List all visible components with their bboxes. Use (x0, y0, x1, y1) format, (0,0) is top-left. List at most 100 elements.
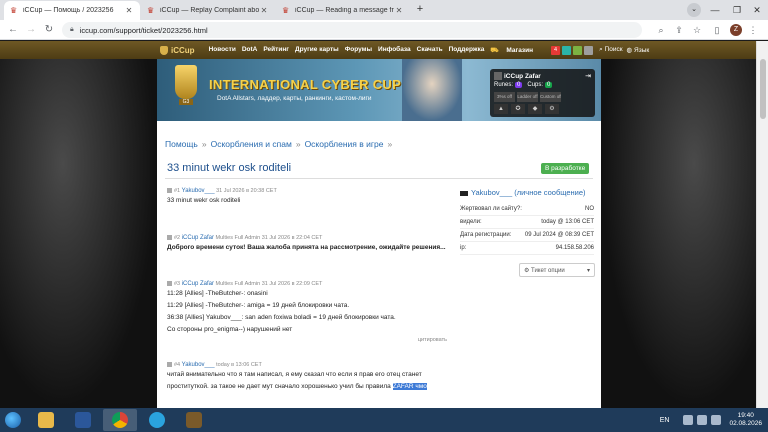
site-search-link[interactable]: ⌕ Поиск (599, 46, 622, 54)
friends-icon[interactable] (573, 45, 583, 55)
nav-support[interactable]: Поддержка (449, 46, 485, 55)
flag-icon (460, 190, 468, 196)
telegram-icon (149, 412, 165, 428)
reload-icon[interactable]: ↻ (42, 23, 56, 37)
author-link[interactable]: Yakubov___ (личное сообщение) (460, 188, 594, 197)
nav-right-tools: 4 ⌕ Поиск ◍ Язык (551, 45, 650, 55)
nav-news[interactable]: Новости (209, 46, 236, 55)
taskbar-telegram[interactable] (140, 409, 174, 431)
word-icon (75, 412, 91, 428)
profile-avatar[interactable]: Z (730, 24, 742, 36)
nav-forums[interactable]: Форумы (345, 46, 372, 55)
nav-other-maps[interactable]: Другие карты (295, 46, 339, 55)
forward-arrow-icon[interactable]: → (24, 23, 38, 37)
messages-icon[interactable] (562, 45, 572, 55)
volume-icon[interactable] (711, 415, 722, 425)
nav-rating[interactable]: Рейтинг (263, 46, 289, 55)
browser-tab-strip: ♛ iCCup — Помощь / 2023256 ✕ ♛ iCCup — R… (0, 0, 768, 20)
tab-reading-message[interactable]: ♛ iCCup — Reading a message fro ✕ (276, 1, 410, 20)
quote-link[interactable]: цитировать (167, 337, 447, 343)
network-icon[interactable] (697, 415, 708, 425)
tab-replay-complaint[interactable]: ♛ iCCup — Replay Complaint abou ✕ (141, 1, 275, 20)
divider (165, 178, 593, 179)
shop-cart-icon: ⛟ (490, 46, 501, 54)
nav-download[interactable]: Скачать (417, 46, 443, 55)
post-date: 31 Jul 2026 в 20:38 CET (216, 188, 277, 194)
taskbar-word[interactable] (66, 409, 100, 431)
site-logo[interactable]: iCCup (160, 45, 195, 55)
iccup-favicon-icon: ♛ (10, 6, 18, 15)
tab-close-icon[interactable]: ✕ (124, 6, 134, 15)
ticket-options-dropdown[interactable]: ⚙ Тикет опции ▾ (519, 263, 595, 277)
language-indicator[interactable]: EN (660, 417, 670, 424)
tray-arrow-icon[interactable] (683, 415, 694, 425)
post-author[interactable]: Yakubov___ (182, 362, 215, 368)
info-row: Жертвовал ли сайту?: NO (460, 203, 594, 216)
notification-count-badge[interactable]: 4 (551, 45, 561, 55)
post-author[interactable]: iCCup Zafar (182, 235, 214, 241)
breadcrumb: Помощь» Оскорбления и спам» Оскорбления в … (165, 139, 393, 149)
avatar (167, 188, 172, 194)
back-arrow-icon[interactable]: ← (6, 23, 20, 37)
breadcrumb-in-game-insults[interactable]: Оскорбления в игре (305, 139, 384, 149)
avatar (167, 281, 172, 287)
side-panel-icon[interactable]: ▯ (710, 23, 724, 37)
tab-search-chevron-icon[interactable]: ⌄ (687, 3, 701, 17)
scrollbar-thumb[interactable] (760, 59, 766, 119)
site-menu: Новости DotA Рейтинг Другие карты Форумы… (209, 46, 546, 55)
runes-count: 0 (515, 82, 523, 88)
breadcrumb-help[interactable]: Помощь (165, 139, 198, 149)
banner-title: INTERNATIONAL CYBER CUP (209, 77, 402, 92)
tab-close-icon[interactable]: ✕ (394, 6, 404, 15)
bookmark-star-icon[interactable]: ☆ (690, 23, 704, 37)
clock[interactable]: 19:40 02.08.2026 (729, 412, 762, 428)
profile-icon[interactable] (584, 45, 594, 55)
info-row: Дата регистрации: 09 Jul 2024 @ 08:39 CET (460, 229, 594, 242)
post-author[interactable]: iCCup Zafar (182, 281, 214, 287)
browser-toolbar: ← → ↻ 🔒︎ iccup.com/support/ticket/202325… (0, 20, 768, 40)
taskbar-game[interactable] (177, 409, 211, 431)
nav-infobase[interactable]: Инфобаза (378, 46, 411, 55)
rank-icon[interactable]: ▲ (494, 104, 508, 114)
post-meta: #2 iCCup Zafar Multies Full Admin 31 Jul… (167, 235, 447, 241)
page-scrollbar[interactable] (756, 41, 768, 408)
info-row: ip: 94.158.58.206 (460, 242, 594, 255)
tab-support-ticket[interactable]: ♛ iCCup — Помощь / 2023256 ✕ (4, 1, 140, 20)
gold-icon[interactable]: ◆ (528, 104, 542, 114)
post-body: 33 minut wekr osk roditeli (167, 197, 241, 204)
info-row: видели: today @ 13:06 CET (460, 216, 594, 229)
taskbar-explorer[interactable] (29, 409, 63, 431)
windows-logo-icon (5, 412, 21, 428)
post-4: #4 Yakubov___ today в 13:06 CET читай вн… (167, 362, 467, 394)
game-icon (186, 412, 202, 428)
nav-dota[interactable]: DotA (242, 46, 258, 55)
search-icon[interactable]: ⌕ (654, 23, 668, 37)
new-tab-button[interactable]: + (413, 3, 427, 17)
user-avatar[interactable] (494, 72, 502, 80)
close-window-button[interactable]: ✕ (746, 0, 768, 20)
start-button[interactable] (0, 408, 26, 432)
breadcrumb-insults-spam[interactable]: Оскорбления и спам (211, 139, 292, 149)
share-icon[interactable]: ⇪ (672, 23, 686, 37)
chrome-icon (112, 412, 128, 428)
taskbar-chrome[interactable] (103, 409, 137, 431)
tab-close-icon[interactable]: ✕ (259, 6, 269, 15)
tile-3s[interactable]: 3%s off (494, 92, 515, 102)
logout-icon[interactable]: ⇥ (585, 72, 591, 80)
background-art-left (0, 59, 157, 408)
avatar (167, 362, 172, 368)
tab-title: iCCup — Replay Complaint abou (160, 7, 259, 14)
user-name[interactable]: iCCup Zafar (504, 73, 541, 80)
settings-icon[interactable]: ⚙ (545, 104, 559, 114)
post-author[interactable]: Yakubov___ (182, 188, 215, 194)
nav-shop[interactable]: ⛟ Магазин (490, 46, 539, 55)
address-bar[interactable]: 🔒︎ iccup.com/support/ticket/2023256.html (62, 22, 642, 38)
post-date: 31 Jul 2026 в 22:04 CET (261, 235, 323, 241)
tile-custom[interactable]: Custom off (540, 92, 561, 102)
language-link[interactable]: ◍ Язык (627, 46, 650, 54)
medal-icon[interactable]: ✪ (511, 104, 525, 114)
more-menu-icon[interactable]: ⋮ (746, 23, 760, 37)
gear-icon: ⚙ (524, 267, 532, 274)
tile-ladder[interactable]: Ladder off (517, 92, 538, 102)
status-badge: В разработке (541, 163, 590, 174)
